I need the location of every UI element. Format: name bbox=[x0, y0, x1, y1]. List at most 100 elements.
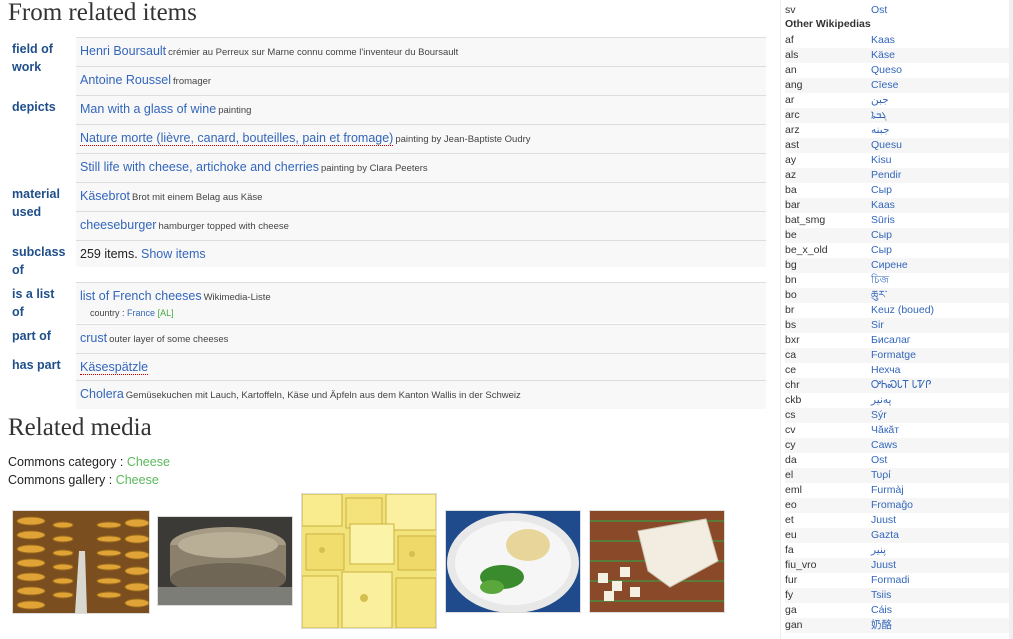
qualifier-link[interactable]: France bbox=[127, 308, 155, 318]
language-article-link[interactable]: Gazta bbox=[871, 528, 899, 543]
related-item-link[interactable]: Antoine Roussel bbox=[80, 73, 171, 87]
related-item-link[interactable]: Cholera bbox=[80, 387, 124, 401]
language-article-link[interactable]: Τυρί bbox=[871, 468, 891, 483]
sidebar-row-be_x_old: be_x_old Сыр bbox=[785, 243, 1013, 258]
media-thumbnail-cheese-cubes[interactable] bbox=[301, 493, 437, 629]
commons-gallery-link[interactable]: Cheese bbox=[116, 473, 159, 487]
property-label-line: is a list bbox=[12, 287, 55, 301]
related-item-link[interactable]: Man with a glass of wine bbox=[80, 102, 216, 116]
related-item-link[interactable]: list of French cheeses bbox=[80, 289, 202, 303]
language-article-link[interactable]: Сыр bbox=[871, 183, 892, 198]
sidebar-row-cv: cv Чăкăт bbox=[785, 423, 1013, 438]
language-article-link[interactable]: Caws bbox=[871, 438, 897, 453]
language-code: cy bbox=[785, 439, 796, 451]
language-article-link[interactable]: Sūris bbox=[871, 213, 895, 228]
language-article-link[interactable]: Sýr bbox=[871, 408, 887, 423]
language-article-link[interactable]: Furmàj bbox=[871, 483, 904, 498]
relation-row: subclass of 259 items. Show items bbox=[8, 240, 766, 282]
property-label-line: of bbox=[12, 263, 24, 277]
language-code: ba bbox=[785, 184, 797, 196]
property-label-line: subclass bbox=[12, 245, 66, 259]
language-article-link[interactable]: Нехча bbox=[871, 363, 901, 378]
related-item-link[interactable]: cheeseburger bbox=[80, 218, 156, 232]
language-code: bar bbox=[785, 199, 801, 211]
language-article-link[interactable]: Ost bbox=[871, 3, 887, 18]
language-article-link[interactable]: ཆུར་ bbox=[871, 288, 887, 303]
language-article-link[interactable]: Чăкăт bbox=[871, 423, 899, 438]
language-article-link[interactable]: ܓܒܬܐ bbox=[871, 108, 887, 123]
sidebar-row-ay: ay Kisu bbox=[785, 153, 1013, 168]
language-article-link[interactable]: جبن bbox=[871, 93, 889, 108]
language-article-link[interactable]: Kaas bbox=[871, 33, 895, 48]
language-article-link[interactable]: ᎤᏂᏍᏓᎢ ᏓᏤᎵ bbox=[871, 378, 931, 393]
language-article-link[interactable]: Fromaĝo bbox=[871, 498, 913, 513]
property-label-line: has part bbox=[12, 358, 61, 372]
language-code: fa bbox=[785, 544, 794, 556]
commons-category-row: Commons category : Cheese bbox=[8, 453, 170, 471]
language-article-link[interactable]: Keuz (boued) bbox=[871, 303, 934, 318]
sidebar-row-af: af Kaas bbox=[785, 33, 1013, 48]
language-code: sv bbox=[785, 4, 796, 16]
language-article-link[interactable]: پەنیر bbox=[871, 393, 891, 408]
commons-category-link[interactable]: Cheese bbox=[127, 455, 170, 469]
property-label-line: work bbox=[12, 60, 42, 74]
language-article-link[interactable]: Сыр bbox=[871, 243, 892, 258]
language-article-link[interactable]: 奶酪 bbox=[871, 618, 892, 633]
language-article-link[interactable]: চিজ bbox=[871, 273, 889, 288]
related-item: list of French cheeses Wikimedia-Liste cou… bbox=[76, 282, 766, 323]
language-article-link[interactable]: جبنه bbox=[871, 123, 889, 138]
related-item-link[interactable]: Henri Boursault bbox=[80, 44, 166, 58]
language-article-link[interactable]: Ost bbox=[871, 453, 887, 468]
language-code: et bbox=[785, 514, 794, 526]
language-article-link[interactable]: Formatge bbox=[871, 348, 916, 363]
related-item-description: painting bbox=[218, 105, 252, 116]
media-thumbnail-pasta-plate[interactable] bbox=[445, 510, 581, 613]
language-code: bo bbox=[785, 289, 797, 301]
language-code: ang bbox=[785, 79, 803, 91]
language-article-link[interactable]: Sir bbox=[871, 318, 884, 333]
sidebar-row-et: et Juust bbox=[785, 513, 1013, 528]
language-article-link[interactable]: Juust bbox=[871, 513, 896, 528]
language-article-link[interactable]: Бисалаг bbox=[871, 333, 911, 348]
related-item-description: fromager bbox=[173, 76, 212, 87]
sidebar-row-arc: arc ܓܒܬܐ bbox=[785, 108, 1013, 123]
property-label: material used bbox=[8, 182, 76, 240]
language-code: az bbox=[785, 169, 797, 181]
language-article-link[interactable]: Сыр bbox=[871, 228, 892, 243]
language-code: arz bbox=[785, 124, 800, 136]
relation-row: field of work Henri Boursault crémier au Pe… bbox=[8, 37, 766, 95]
language-article-link[interactable]: Tsiis bbox=[871, 588, 891, 603]
language-code: eo bbox=[785, 499, 797, 511]
language-article-link[interactable]: Cīese bbox=[871, 78, 898, 93]
language-article-link[interactable]: Kisu bbox=[871, 153, 891, 168]
show-items-link[interactable]: Show items bbox=[141, 247, 206, 261]
related-item-link[interactable]: Käsespätzle bbox=[80, 360, 149, 375]
language-article-link[interactable]: Formadi bbox=[871, 573, 910, 588]
qualifier-extra-link[interactable]: AL bbox=[160, 308, 171, 318]
related-item: Cholera Gemüsekuchen mit Lauch, Kartoffel… bbox=[76, 380, 766, 409]
language-code: bat_smg bbox=[785, 214, 826, 226]
language-article-link[interactable]: Queso bbox=[871, 63, 902, 78]
related-item-link[interactable]: Still life with cheese, artichoke and ch… bbox=[80, 160, 319, 174]
related-item-link[interactable]: Nature morte (lièvre, canard, bouteilles… bbox=[80, 131, 394, 146]
language-article-link[interactable]: Käse bbox=[871, 48, 895, 63]
media-thumbnail-cheese-cellar[interactable] bbox=[12, 510, 150, 614]
media-thumbnail-white-cheese[interactable] bbox=[589, 510, 725, 613]
language-article-link[interactable]: Juust bbox=[871, 558, 896, 573]
language-article-link[interactable]: پنیر bbox=[871, 543, 886, 558]
related-item: Käsespätzle bbox=[76, 353, 766, 380]
related-item-link[interactable]: crust bbox=[80, 331, 107, 345]
language-article-link[interactable]: Cáis bbox=[871, 603, 892, 618]
property-label: is a list of bbox=[8, 282, 76, 324]
language-article-link[interactable]: Quesu bbox=[871, 138, 902, 153]
sidebar-row-cs: cs Sýr bbox=[785, 408, 1013, 423]
language-article-link[interactable]: Сирене bbox=[871, 258, 908, 273]
media-thumbnail-cheese-wheel[interactable] bbox=[157, 516, 293, 606]
scrollbar[interactable] bbox=[1009, 0, 1013, 639]
sidebar-row-bn: bn চিজ bbox=[785, 273, 1013, 288]
language-code: ca bbox=[785, 349, 797, 361]
related-item: Nature morte (lièvre, canard, bouteilles… bbox=[76, 124, 766, 153]
language-article-link[interactable]: Pendir bbox=[871, 168, 901, 183]
language-article-link[interactable]: Kaas bbox=[871, 198, 895, 213]
related-item-link[interactable]: Käsebrot bbox=[80, 189, 130, 203]
